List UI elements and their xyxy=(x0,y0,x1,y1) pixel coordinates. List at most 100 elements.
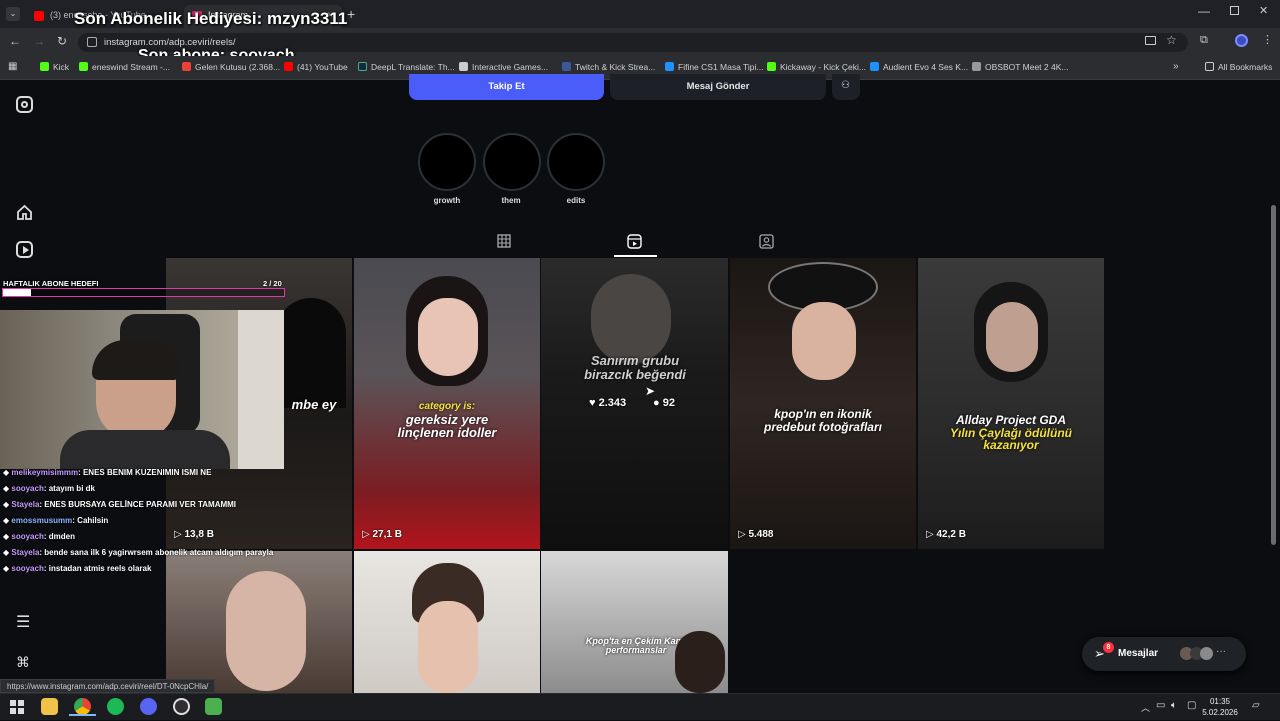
extensions-icon[interactable]: ⧉ xyxy=(1200,34,1208,47)
menu-dots-icon[interactable]: ⋮ xyxy=(1262,33,1273,46)
page-scrollbar[interactable] xyxy=(1271,205,1276,545)
chat-message: ◆ emossmusumm: Cahilsin xyxy=(3,516,109,525)
kick-icon xyxy=(767,62,776,71)
chevron-up-icon[interactable]: ︿ xyxy=(1141,701,1150,714)
reel-thumbnail xyxy=(792,302,856,380)
bookmark-item[interactable]: OBSBOT Meet 2 4K... xyxy=(972,62,1068,72)
reel-caption: category is: gereksiz yere linçlenen ido… xyxy=(397,401,497,441)
tab-posts[interactable] xyxy=(497,234,511,248)
reel-tile[interactable]: kpop'ın en ikonik predebut fotoğrafları … xyxy=(730,258,916,549)
stream-gift-overlay: Son Abonelik Hediyesi: mzyn3311 xyxy=(74,9,348,28)
restore-button[interactable] xyxy=(1230,6,1239,15)
bookmark-item[interactable]: Kick xyxy=(40,62,69,72)
reel-tile[interactable] xyxy=(166,551,352,693)
volume-icon[interactable]: 🔈︎ xyxy=(1171,700,1177,711)
apps-icon[interactable]: ▦ xyxy=(8,61,17,72)
bookmark-item[interactable]: (41) YouTube xyxy=(284,62,348,72)
windows-start-icon[interactable] xyxy=(8,698,25,715)
reel-view-count: ▷ 13,8 B xyxy=(174,529,214,540)
reel-view-count: ▷ 42,2 B xyxy=(926,529,966,540)
all-bookmarks-button[interactable]: All Bookmarks xyxy=(1205,62,1272,72)
reel-view-count: ▷ 5.488 xyxy=(738,529,774,540)
windows-taskbar xyxy=(0,693,1280,720)
highlight-circle[interactable] xyxy=(418,133,476,191)
tab-tagged[interactable] xyxy=(759,234,774,249)
deepl-icon xyxy=(358,62,367,71)
chat-message: ◆ sooyach: atayım bi dk xyxy=(3,484,95,493)
more-icon: ··· xyxy=(1216,646,1226,657)
home-icon[interactable] xyxy=(16,204,33,221)
follow-button[interactable]: Takip Et xyxy=(409,74,604,100)
bookmark-item[interactable]: Fifine CS1 Masa Tipi... xyxy=(665,62,764,72)
chrome-icon[interactable] xyxy=(74,698,91,715)
spotify-icon[interactable] xyxy=(107,698,124,715)
reel-thumbnail xyxy=(591,274,671,364)
highlight-label: them xyxy=(501,196,521,205)
send-message-button[interactable]: Mesaj Gönder xyxy=(610,74,826,100)
reel-thumbnail xyxy=(986,302,1038,372)
bookmark-item[interactable]: Kickaway - Kick Çeki... xyxy=(767,62,866,72)
reel-tile[interactable] xyxy=(354,551,540,693)
page-icon xyxy=(562,62,571,71)
reel-tile[interactable]: Kpop'ta en Çekim Kanlı performanslar xyxy=(541,551,728,693)
goal-label: HAFTALIK ABONE HEDEFI xyxy=(3,279,99,288)
play-icon: ▷ xyxy=(738,529,749,540)
hamburger-menu-icon[interactable]: ☰ xyxy=(16,615,33,633)
reel-tile[interactable]: Sanırım grubu birazcık beğendi ♥ 2.343 ●… xyxy=(541,258,728,549)
play-icon: ▷ xyxy=(362,529,373,540)
webcam-window xyxy=(238,310,284,469)
highlight-circle[interactable] xyxy=(483,133,541,191)
clock[interactable]: 01:35 5.02.2026 xyxy=(1200,696,1240,718)
bookmark-star-icon[interactable]: ☆ xyxy=(1166,33,1177,47)
reload-icon[interactable]: ↻ xyxy=(57,34,67,48)
back-icon[interactable]: ← xyxy=(9,34,21,48)
messages-button[interactable]: ➢ 8 Mesajlar ··· xyxy=(1082,637,1246,671)
check-icon xyxy=(870,62,879,71)
forward-icon[interactable]: → xyxy=(33,34,45,48)
minimize-button[interactable]: — xyxy=(1198,4,1210,18)
profile-avatar[interactable] xyxy=(1235,34,1248,47)
goal-progress-fill xyxy=(3,289,32,296)
tab-reels[interactable] xyxy=(627,234,642,249)
site-info-icon[interactable] xyxy=(87,37,97,47)
more-apps-icon[interactable]: ⌘ xyxy=(16,654,33,671)
bookmark-item[interactable]: DeepL Translate: Th... xyxy=(358,62,455,72)
page-icon xyxy=(459,62,468,71)
notification-icon[interactable]: ▢ xyxy=(1187,700,1196,711)
close-window-button[interactable]: ✕ xyxy=(1259,4,1268,17)
file-explorer-icon[interactable] xyxy=(41,698,58,715)
gmail-icon xyxy=(182,62,191,71)
folder-icon xyxy=(1205,62,1214,71)
chevron-right-icon[interactable]: » xyxy=(1173,61,1179,72)
page-icon xyxy=(972,62,981,71)
goal-progress-bar xyxy=(2,288,285,297)
reel-tile[interactable]: category is: gereksiz yere linçlenen ido… xyxy=(354,258,540,549)
suggest-user-button[interactable]: ⚇ xyxy=(832,74,860,100)
bookmark-item[interactable]: Interactive Games... xyxy=(459,62,548,72)
bookmark-item[interactable]: Audient Evo 4 Ses K... xyxy=(870,62,968,72)
reels-nav-icon[interactable] xyxy=(16,241,33,258)
bookmark-item[interactable]: Twitch & Kick Strea... xyxy=(562,62,655,72)
chat-message: ◆ sooyach: dmden xyxy=(3,532,75,541)
reel-tile[interactable]: Allday Project GDA Yılın Çaylağı ödülünü… xyxy=(918,258,1104,549)
chat-bubble-icon[interactable]: ▱ xyxy=(1252,700,1260,711)
cast-icon[interactable] xyxy=(1145,36,1156,45)
bookmark-item[interactable]: eneswind Stream -... xyxy=(79,62,170,72)
webcam-person xyxy=(92,340,180,380)
reels-icon xyxy=(627,234,642,249)
tab-search-button[interactable]: ⌄ xyxy=(6,7,20,21)
instagram-logo-icon[interactable] xyxy=(16,96,33,113)
unread-badge: 8 xyxy=(1103,642,1114,653)
minecraft-icon[interactable] xyxy=(205,698,222,715)
clock-date: 5.02.2026 xyxy=(1202,708,1238,717)
highlight-label: growth xyxy=(433,196,461,205)
chat-message: ◆ melikeymisimmm: ENES BENIM KUZENIMIN I… xyxy=(3,468,212,477)
check-icon xyxy=(665,62,674,71)
network-icon[interactable]: ▭ xyxy=(1156,700,1165,711)
discord-icon[interactable] xyxy=(140,698,157,715)
bookmark-item[interactable]: Gelen Kutusu (2.368... xyxy=(182,62,280,72)
obs-icon[interactable] xyxy=(173,698,190,715)
reel-thumbnail xyxy=(418,601,478,693)
highlight-circle[interactable] xyxy=(547,133,605,191)
new-tab-button[interactable]: + xyxy=(347,6,355,22)
